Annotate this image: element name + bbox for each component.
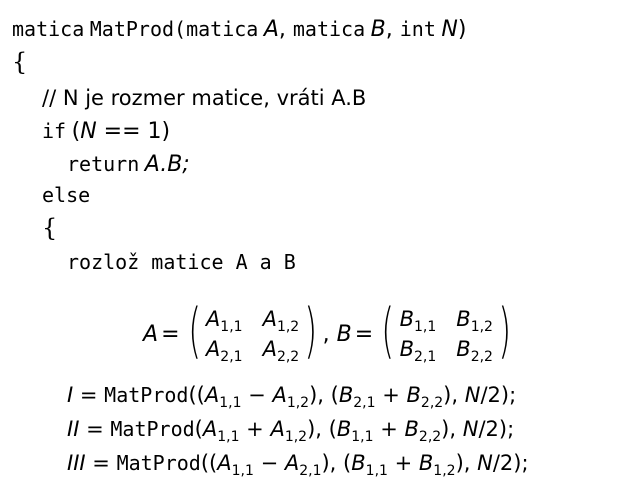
param3-name: N [441, 17, 458, 42]
slide-page: matica MatProd(matica A, matica B, int N… [0, 0, 626, 488]
param1-type: matica [186, 17, 259, 41]
if-keyword: if [42, 119, 67, 143]
return-keyword: return [67, 152, 140, 176]
open-brace: { [12, 48, 28, 76]
matrix-b-cell-21: B2,1 [399, 337, 437, 365]
matrix-b-cell-12: B1,2 [456, 307, 493, 335]
matrix-a-cell-12: A1,2 [262, 307, 300, 335]
matrix-a-cell-11: A1,1 [205, 307, 243, 335]
matrix-a: A1,1 A1,2 A2,1 A2,2 [205, 307, 300, 365]
matrix-b-right-paren: ) [498, 296, 512, 366]
call-line-1: I = MatProd((A1,1 − A1,2), (B2,1 + B2,2)… [67, 383, 517, 411]
call-line-3: III = MatProd((A1,1 − A2,1), (B1,1 + B1,… [67, 451, 529, 479]
matrix-definition: A = ( A1,1 A1,2 A2,1 A2,2 ) , B = ( B1,1… [143, 296, 512, 366]
comment-line: // N je rozmer matice, vráti A.B [42, 86, 367, 110]
return-expression: A.B; [144, 152, 190, 177]
param2-type: matica [292, 17, 366, 41]
signature-close: ) [457, 17, 467, 42]
matrix-b-name: B [336, 321, 352, 347]
call-label-1: I [67, 383, 74, 407]
else-keyword: else [42, 183, 91, 207]
call-line-2: II = MatProd(A1,1 + A1,2), (B1,1 + B2,2)… [67, 417, 515, 445]
call-label-2: II [67, 417, 80, 441]
matrix-b-cell-22: B2,2 [456, 337, 493, 365]
matrix-b-cell-11: B1,1 [399, 307, 437, 335]
call-label-3: III [67, 451, 86, 475]
return-type: matica [12, 17, 85, 41]
if-line: if (N == 1) [42, 120, 170, 143]
function-name: MatProd( [89, 17, 187, 41]
param2-name: B [370, 17, 386, 42]
matrix-a-left-paren: ( [187, 296, 201, 366]
matrix-a-right-paren: ) [304, 296, 318, 366]
if-condition: (N == 1) [71, 119, 171, 144]
param1-name: A [263, 17, 279, 42]
matrix-b-left-paren: ( [381, 296, 395, 366]
param3-type: int [399, 17, 436, 41]
function-signature: matica MatProd(matica A, matica B, int N… [12, 17, 467, 42]
return-line: return A.B; [67, 153, 190, 176]
split-matrices-line: rozlož matice A a B [67, 250, 296, 274]
matrix-b: B1,1 B1,2 B2,1 B2,2 [399, 307, 493, 365]
inner-open-brace: { [42, 214, 58, 242]
matrix-a-name: A [143, 321, 159, 347]
matrix-a-cell-21: A2,1 [205, 337, 243, 365]
matrix-a-cell-22: A2,2 [262, 337, 300, 365]
